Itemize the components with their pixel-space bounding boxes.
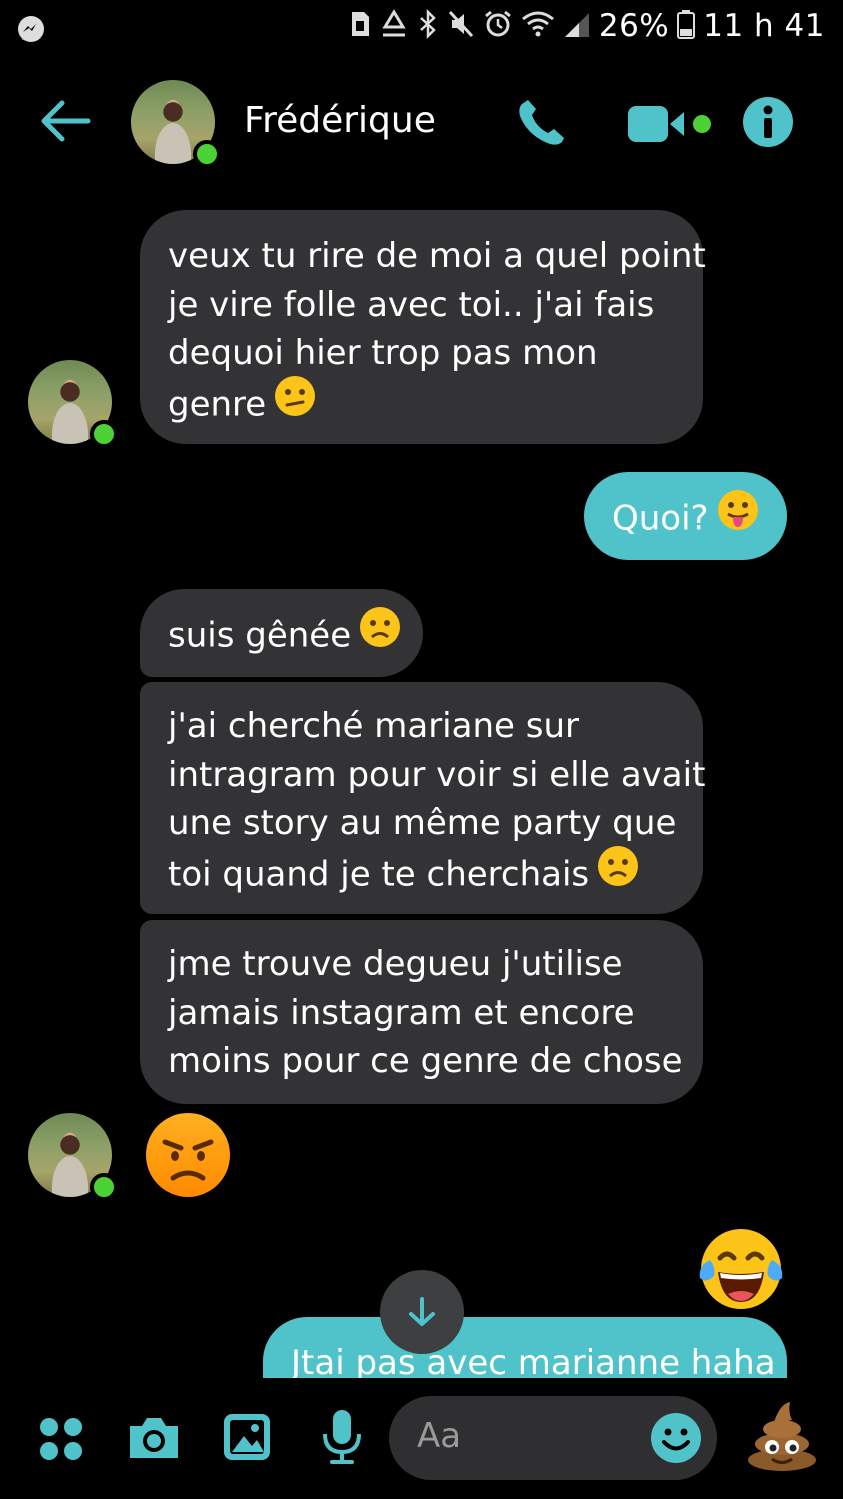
message-input-placeholder: Aa: [417, 1416, 462, 1456]
contact-name[interactable]: Frédérique: [244, 100, 436, 141]
mute-icon: [447, 9, 475, 43]
message-text: je vire folle avec toi.. j'ai fais: [168, 284, 655, 325]
message-text: Quoi?: [612, 498, 709, 539]
apps-icon[interactable]: [38, 1416, 84, 1466]
alarm-icon: [483, 9, 513, 43]
message-bubble-incoming[interactable]: suis gênée: [140, 589, 423, 677]
emoji-picker-icon[interactable]: [649, 1411, 703, 1469]
scroll-to-bottom-button[interactable]: [380, 1270, 464, 1354]
message-text: suis gênée: [168, 615, 352, 656]
message-text: dequoi hier trop pas mon: [168, 333, 598, 373]
bluetooth-icon: [417, 8, 439, 43]
poop-emoji-button[interactable]: [744, 1400, 820, 1476]
message-text: Jtai pas avec marianne haha: [291, 1343, 776, 1378]
status-bar: 26% 11 h 41: [0, 0, 843, 56]
arrow-down-icon: [409, 1297, 435, 1326]
contact-avatar-small[interactable]: [28, 1113, 118, 1201]
message-text: intragram pour voir si elle avait: [168, 754, 706, 795]
microphone-icon[interactable]: [320, 1408, 364, 1470]
camera-icon[interactable]: [126, 1414, 182, 1466]
frowning-face-emoji: [359, 606, 401, 662]
message-bubble-incoming[interactable]: jme trouve degueu j'utilise jamais insta…: [140, 920, 703, 1104]
online-indicator: [90, 420, 118, 448]
battery-icon: [677, 9, 696, 43]
message-text: veux tu rire de moi a quel point: [168, 236, 706, 276]
confused-face-emoji: [274, 375, 316, 431]
conversation-header: Frédérique: [0, 72, 843, 172]
angry-face-emoji[interactable]: [145, 1112, 231, 1202]
video-call-icon[interactable]: [626, 104, 714, 144]
messenger-screen: 26% 11 h 41 Frédérique veux tu rire de m…: [0, 0, 843, 1499]
wifi-icon: [521, 9, 555, 43]
sim-icon: [349, 9, 371, 43]
signal-icon: [563, 9, 591, 43]
message-text: j'ai cherché mariane sur: [168, 706, 579, 746]
gallery-icon[interactable]: [222, 1412, 272, 1466]
message-bubble-incoming[interactable]: j'ai cherché mariane sur intragram pour …: [140, 682, 706, 914]
message-text: toi quand je te cherchais: [168, 853, 590, 894]
clock: 11 h 41: [703, 8, 825, 44]
frowning-face-emoji: [597, 845, 639, 901]
online-indicator: [193, 140, 221, 168]
tongue-face-emoji: [717, 489, 759, 545]
message-bubble-outgoing[interactable]: Quoi?: [584, 472, 787, 560]
online-indicator: [90, 1173, 118, 1201]
status-icons: 26% 11 h 41: [349, 8, 825, 44]
recycle-icon: [379, 9, 409, 43]
messenger-icon: [16, 14, 46, 48]
battery-percent: 26%: [598, 8, 670, 44]
message-bubble-incoming[interactable]: veux tu rire de moi a quel point je vire…: [140, 210, 706, 444]
contact-avatar-small[interactable]: [28, 360, 118, 448]
message-text: jamais instagram et encore: [168, 992, 635, 1033]
back-arrow-icon[interactable]: [36, 98, 96, 144]
info-icon[interactable]: [742, 96, 794, 148]
contact-avatar[interactable]: [131, 80, 221, 168]
message-text: une story au même party que: [168, 803, 677, 843]
message-bubble-outgoing[interactable]: Jtai pas avec marianne haha: [263, 1317, 787, 1378]
message-input[interactable]: Aa: [389, 1396, 717, 1480]
phone-icon[interactable]: [514, 98, 570, 150]
message-composer: Aa: [0, 1378, 843, 1499]
message-text: moins pour ce genre de chose: [168, 1041, 683, 1081]
message-text: genre: [168, 383, 267, 424]
message-text: jme trouve degueu j'utilise: [168, 944, 623, 984]
tears-of-joy-emoji[interactable]: [696, 1226, 786, 1316]
